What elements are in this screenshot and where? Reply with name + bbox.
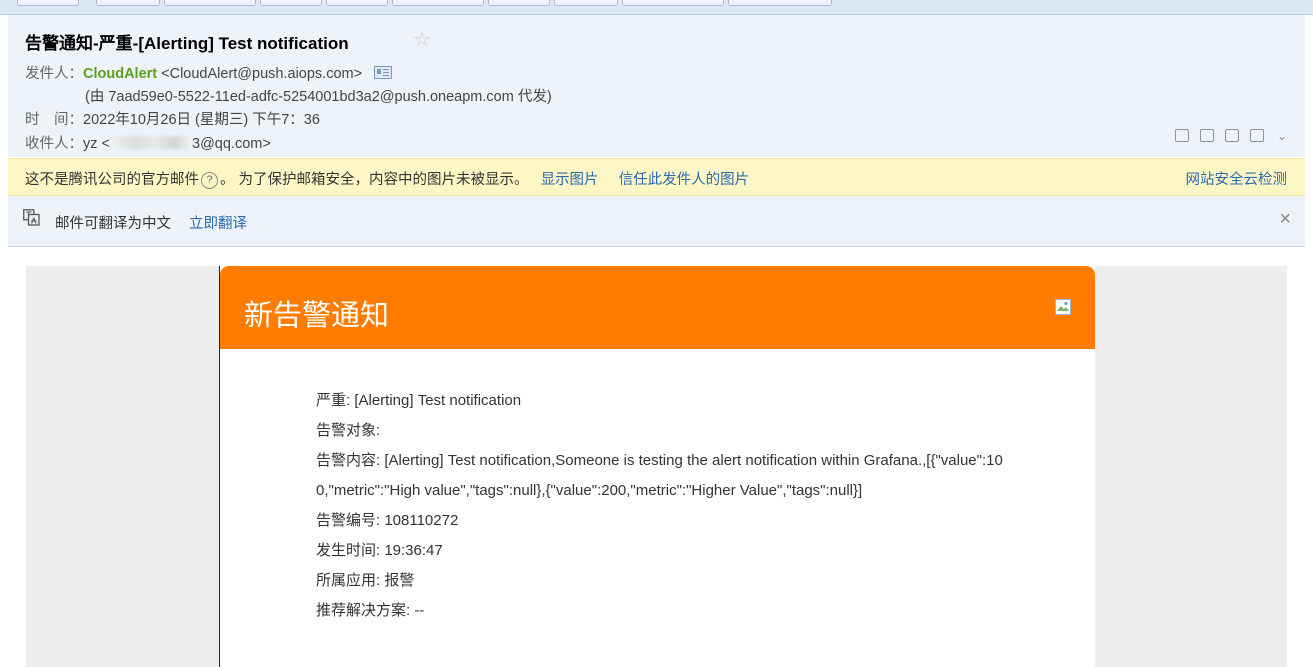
top-toolbar — [0, 0, 1313, 15]
translate-text: 邮件可翻译为中文 — [55, 216, 171, 232]
toolbar-button-10[interactable] — [728, 0, 832, 6]
alert-card-title: 新告警通知 — [244, 298, 390, 332]
from-label: 发件人： — [25, 66, 83, 82]
new-window-icon[interactable] — [1174, 129, 1189, 142]
image-warning-bar: 这不是腾讯公司的官方邮件?。 为了保护邮箱安全，内容中的图片未被显示。 显示图片… — [8, 158, 1305, 196]
email-subject: 告警通知-严重-[Alerting] Test notification — [25, 34, 349, 53]
toolbar-button-5[interactable] — [326, 0, 388, 6]
alert-card-header: 新告警通知 — [220, 266, 1095, 349]
download-icon[interactable] — [1224, 129, 1239, 142]
via-row: (由 7aad59e0-5522-11ed-adfc-5254001bd3a2@… — [85, 85, 552, 106]
toolbar-button-3[interactable] — [164, 0, 256, 6]
toolbar-button-1[interactable] — [17, 0, 79, 6]
broken-image-icon — [1055, 299, 1071, 315]
alert-id-line: 告警编号: 108110272 — [316, 512, 459, 529]
view-source-icon[interactable] — [1199, 129, 1214, 142]
redacted-address — [111, 136, 191, 149]
trust-sender-link[interactable]: 信任此发件人的图片 — [619, 172, 750, 188]
alert-details: 严重: [Alerting] Test notification 告警对象: 告… — [316, 386, 1006, 626]
via-line: (由 7aad59e0-5522-11ed-adfc-5254001bd3a2@… — [85, 89, 552, 105]
application-line: 所属应用: 报警 — [316, 572, 415, 589]
close-icon[interactable]: × — [1279, 208, 1291, 231]
toolbar-button-4[interactable] — [260, 0, 322, 6]
time-row: 时 间：2022年10月26日 (星期三) 下午7：36 — [25, 108, 320, 129]
toolbar-button-6[interactable] — [392, 0, 484, 6]
solution-line: 推荐解决方案: -- — [316, 602, 425, 619]
print-icon[interactable] — [1249, 129, 1264, 142]
sender-name[interactable]: CloudAlert — [83, 66, 157, 82]
translate-icon — [23, 209, 40, 226]
recipient-name[interactable]: yz — [83, 136, 98, 152]
toolbar-button-7[interactable] — [488, 0, 550, 6]
show-images-link[interactable]: 显示图片 — [541, 172, 599, 188]
warning-text-a: 这不是腾讯公司的官方邮件 — [25, 172, 199, 188]
star-icon[interactable]: ☆ — [413, 27, 431, 51]
translate-now-link[interactable]: 立即翻译 — [189, 212, 247, 233]
toolbar-button-8[interactable] — [554, 0, 618, 6]
warning-text-b: 。 为了保护邮箱安全，内容中的图片未被显示。 — [220, 172, 529, 188]
email-header: 告警通知-严重-[Alerting] Test notification ☆ 发… — [8, 15, 1305, 157]
recipient-address-suffix: 3@qq.com> — [192, 136, 271, 152]
warning-text: 这不是腾讯公司的官方邮件?。 为了保护邮箱安全，内容中的图片未被显示。 显示图片… — [25, 168, 749, 189]
time-label: 时 间： — [25, 112, 83, 128]
from-row: 发件人：CloudAlert <CloudAlert@push.aiops.co… — [25, 62, 393, 83]
toolbar-button-9[interactable] — [622, 0, 724, 6]
content-line: 告警内容: [Alerting] Test notification,Someo… — [316, 452, 1003, 499]
recipient-address-prefix: < — [101, 136, 110, 152]
contact-card-icon[interactable] — [374, 66, 393, 79]
to-row: 收件人：yz <3@qq.com> — [25, 132, 271, 153]
target-line: 告警对象: — [316, 422, 381, 439]
help-icon[interactable]: ? — [201, 172, 218, 189]
time-value: 2022年10月26日 (星期三) 下午7：36 — [83, 112, 320, 128]
to-label: 收件人： — [25, 136, 83, 152]
sender-address: <CloudAlert@push.aiops.com> — [161, 66, 363, 82]
translate-bar: 邮件可翻译为中文 立即翻译 × — [8, 196, 1305, 247]
header-tools: ⌄ — [1169, 125, 1287, 144]
toolbar-button-2[interactable] — [96, 0, 160, 6]
alert-card: 新告警通知 严重: [Alerting] Test notification 告… — [219, 266, 1095, 667]
severity-line: 严重: [Alerting] Test notification — [316, 392, 522, 409]
security-check-link[interactable]: 网站安全云检测 — [1186, 168, 1288, 189]
occurred-time-line: 发生时间: 19:36:47 — [316, 542, 443, 559]
chevron-down-icon[interactable]: ⌄ — [1277, 129, 1287, 143]
